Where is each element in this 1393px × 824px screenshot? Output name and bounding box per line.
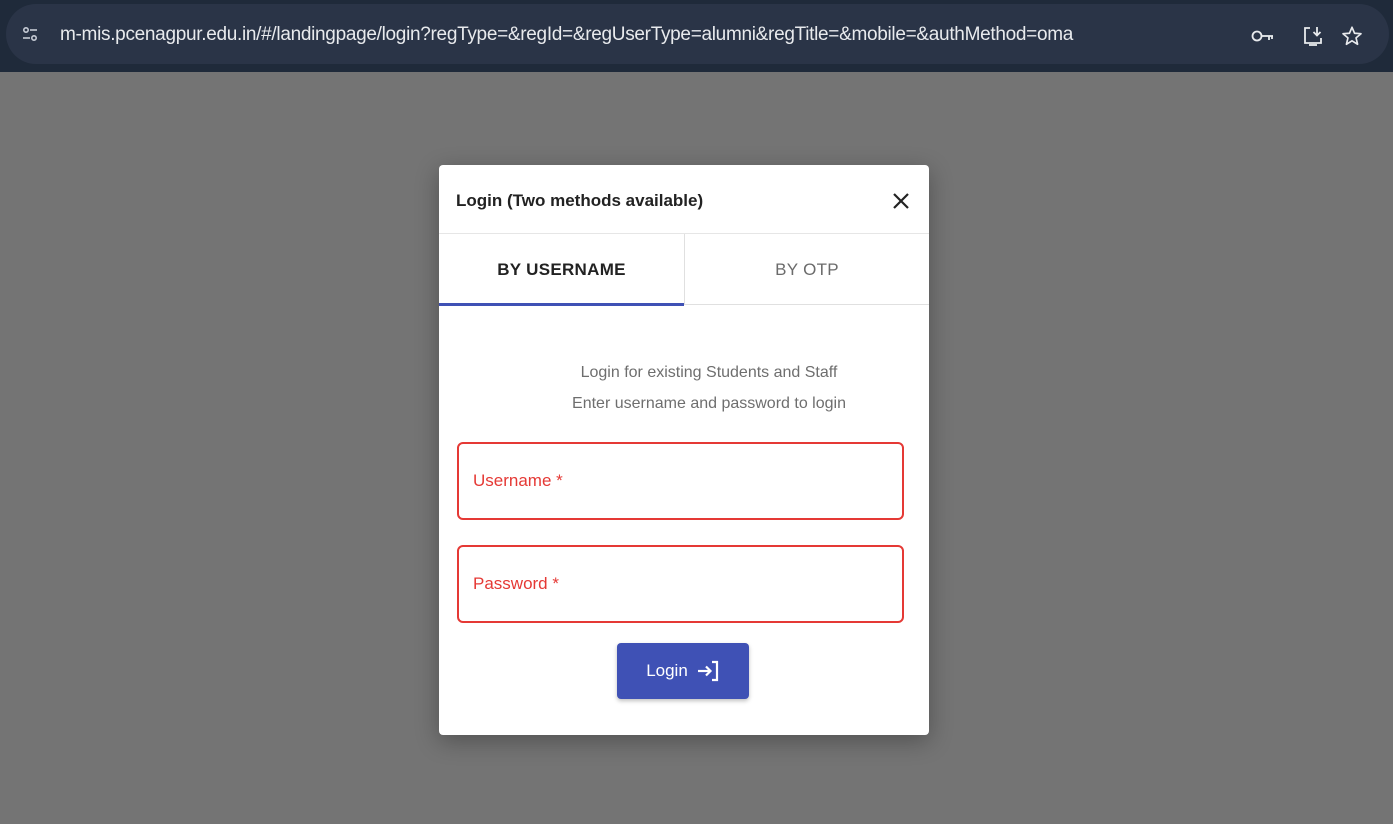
tab-by-username[interactable]: BY USERNAME [439,234,684,305]
password-field-container [457,545,904,623]
instruction-line-1: Login for existing Students and Staff [580,364,838,381]
login-method-tabs: BY USERNAME BY OTP [439,233,929,306]
instruction-line-2: Enter username and password to login [572,395,846,412]
username-input[interactable] [459,444,902,518]
login-dialog: Login (Two methods available) BY USERNAM… [439,165,929,735]
login-button[interactable]: Login [617,643,749,699]
active-tab-indicator [439,303,684,306]
star-icon[interactable] [1338,22,1366,50]
site-info-icon[interactable] [16,20,44,48]
address-bar[interactable]: m-mis.pcenagpur.edu.in/#/landingpage/log… [6,4,1389,64]
key-icon[interactable] [1249,22,1277,50]
close-button[interactable] [885,185,917,217]
install-app-icon[interactable] [1299,22,1327,50]
login-instructions: Login for existing Students and Staff En… [439,357,929,419]
dialog-title: Login (Two methods available) [456,191,704,210]
login-icon [697,660,718,682]
password-input[interactable] [459,547,902,621]
url-text[interactable]: m-mis.pcenagpur.edu.in/#/landingpage/log… [60,23,1220,47]
username-field-container [457,442,904,520]
tab-by-otp[interactable]: BY OTP [684,234,929,305]
login-button-label: Login [646,661,688,680]
browser-toolbar: m-mis.pcenagpur.edu.in/#/landingpage/log… [0,0,1393,72]
close-icon [893,193,909,209]
